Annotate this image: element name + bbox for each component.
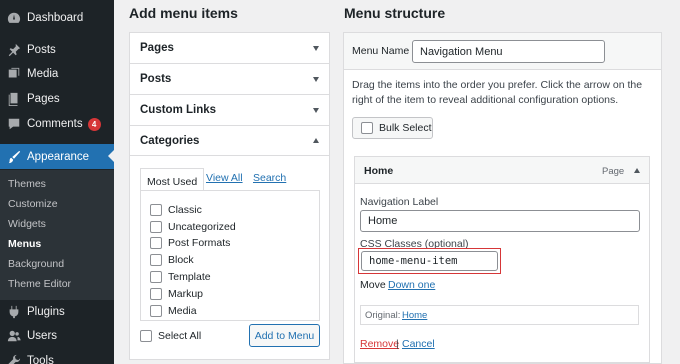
select-all[interactable]: Select All (140, 330, 201, 342)
menu-structure-panel: Menu Name Navigation Menu Drag the items… (343, 32, 662, 364)
admin-sidebar: Dashboard Posts Media Pages Comments 4 A… (0, 0, 114, 364)
original-label: Original: (365, 310, 401, 321)
categories-header[interactable]: Categories (130, 126, 329, 156)
tools-icon (7, 354, 21, 364)
pin-icon (7, 43, 21, 57)
accordion-categories: Categories Most Used View All Search Cla… (129, 125, 330, 360)
submenu-background[interactable]: Background (8, 258, 64, 270)
navigation-label-caption: Navigation Label (360, 196, 439, 208)
accordion-title: Posts (140, 73, 172, 85)
submenu-theme-editor[interactable]: Theme Editor (8, 278, 71, 290)
accordion-custom-links[interactable]: Custom Links (129, 94, 330, 126)
submenu-themes[interactable]: Themes (8, 178, 46, 190)
list-item[interactable]: Post Formats (150, 237, 230, 249)
bulk-select-button[interactable]: Bulk Select (352, 117, 433, 139)
tab-view-all[interactable]: View All (206, 172, 243, 184)
list-item[interactable]: Classic (150, 204, 202, 216)
sidebar-item-pages[interactable]: Pages (0, 87, 114, 111)
chevron-down-icon (313, 107, 319, 113)
list-item[interactable]: Block (150, 254, 194, 266)
cancel-link[interactable]: Cancel (402, 338, 435, 350)
dashboard-icon (7, 11, 21, 25)
sidebar-item-plugins[interactable]: Plugins (0, 300, 114, 324)
menu-item-title: Home (364, 165, 394, 177)
chevron-down-icon (313, 76, 319, 82)
checkbox[interactable] (150, 221, 162, 233)
pages-icon (7, 92, 21, 106)
users-icon (7, 329, 21, 343)
menu-name-bar: Menu Name Navigation Menu (344, 33, 661, 70)
submenu-customize[interactable]: Customize (8, 198, 58, 210)
checkbox[interactable] (150, 254, 162, 266)
sidebar-item-label: Dashboard (27, 12, 84, 24)
menu-name-label: Menu Name (352, 45, 410, 57)
sidebar-item-label: Pages (27, 93, 60, 105)
remove-link[interactable]: Remove (360, 338, 399, 350)
sidebar-item-tools[interactable]: Tools (0, 349, 114, 364)
tab-most-used[interactable]: Most Used (140, 168, 205, 192)
move-down-link[interactable]: Down one (388, 279, 435, 291)
move-label: Move (360, 279, 386, 291)
list-item[interactable]: Markup (150, 288, 203, 300)
original-link[interactable]: Home (402, 310, 427, 321)
sidebar-item-posts[interactable]: Posts (0, 38, 114, 62)
css-classes-input[interactable]: home-menu-item (361, 251, 498, 271)
list-item[interactable]: Uncategorized (150, 221, 236, 233)
accordion-title: Pages (140, 42, 174, 54)
plugin-icon (7, 305, 21, 319)
help-text: Drag the items into the order you prefer… (352, 79, 643, 106)
bulk-select-checkbox[interactable] (361, 122, 373, 134)
add-menu-items-heading: Add menu items (129, 5, 238, 21)
sidebar-item-comments[interactable]: Comments 4 (0, 112, 114, 136)
list-item[interactable]: Template (150, 271, 211, 283)
accordion-title: Categories (140, 134, 200, 147)
bulk-select-label: Bulk Select (379, 122, 432, 134)
comment-count-badge: 4 (87, 117, 101, 131)
comment-icon (7, 117, 21, 131)
menu-structure-heading: Menu structure (344, 5, 446, 21)
link-separator: | (396, 338, 399, 350)
add-to-menu-button[interactable]: Add to Menu (249, 324, 320, 347)
checkbox[interactable] (150, 288, 162, 300)
sidebar-item-media[interactable]: Media (0, 62, 114, 86)
sidebar-item-dashboard[interactable]: Dashboard (0, 6, 114, 30)
media-icon (7, 67, 21, 81)
sidebar-item-label: Appearance (27, 150, 90, 163)
chevron-up-icon (313, 138, 319, 143)
menu-name-input[interactable]: Navigation Menu (412, 40, 605, 63)
submenu-menus[interactable]: Menus (8, 238, 41, 250)
list-item[interactable]: Media (150, 305, 197, 317)
sidebar-item-label: Tools (27, 355, 54, 364)
menu-item-bar[interactable]: Home Page (355, 157, 649, 184)
checkbox[interactable] (150, 271, 162, 283)
sidebar-item-label: Plugins (27, 306, 65, 318)
sidebar-item-label: Media (27, 68, 59, 80)
checkbox[interactable] (150, 204, 162, 216)
original-box: Original: Home (360, 305, 639, 325)
sidebar-item-appearance[interactable]: Appearance (0, 144, 114, 169)
menu-item-type: Page (602, 166, 625, 177)
appearance-submenu: Themes Customize Widgets Menus Backgroun… (0, 170, 114, 300)
checkbox[interactable] (150, 305, 162, 317)
submenu-widgets[interactable]: Widgets (8, 218, 46, 230)
tab-search[interactable]: Search (253, 172, 286, 184)
chevron-up-icon[interactable] (634, 168, 640, 173)
chevron-down-icon (313, 45, 319, 51)
select-all-checkbox[interactable] (140, 330, 152, 342)
navigation-label-input[interactable]: Home (360, 210, 640, 232)
accordion-title: Custom Links (140, 104, 217, 116)
accordion-posts[interactable]: Posts (129, 63, 330, 95)
accordion-pages[interactable]: Pages (129, 32, 330, 64)
menu-item-home: Home Page Navigation Label Home CSS Clas… (354, 156, 650, 363)
paintbrush-icon (7, 150, 21, 164)
sidebar-item-label: Users (27, 330, 58, 342)
category-list: Classic Uncategorized Post Formats Block… (140, 190, 320, 321)
sidebar-item-users[interactable]: Users (0, 324, 114, 348)
sidebar-item-label: Comments (27, 118, 83, 130)
checkbox[interactable] (150, 237, 162, 249)
sidebar-item-label: Posts (27, 44, 56, 56)
